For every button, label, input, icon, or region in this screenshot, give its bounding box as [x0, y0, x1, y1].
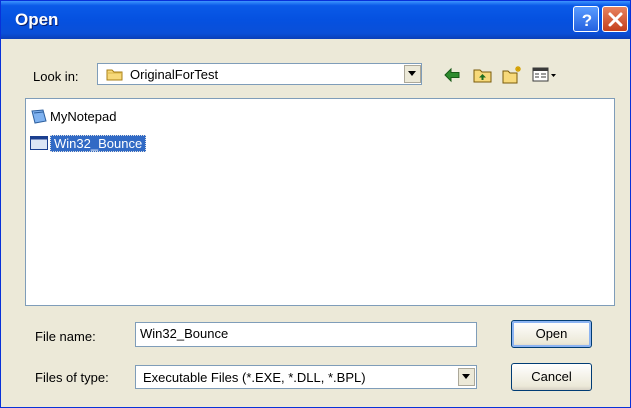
file-type-select[interactable]: Executable Files (*.EXE, *.DLL, *.BPL): [135, 365, 477, 389]
chevron-down-icon: [408, 71, 416, 76]
open-button[interactable]: Open: [511, 320, 592, 348]
cancel-button[interactable]: Cancel: [511, 363, 592, 391]
file-name-input-value: Win32_Bounce: [140, 326, 229, 341]
back-button[interactable]: [441, 64, 463, 86]
look-in-combo[interactable]: OriginalForTest: [97, 63, 422, 85]
dialog-title: Open: [15, 10, 59, 29]
look-in-label: Look in:: [33, 69, 79, 84]
open-file-dialog: Open ? Look in: OriginalForTest MyNotepa…: [0, 0, 631, 408]
title-bar[interactable]: Open ?: [1, 1, 630, 39]
help-button[interactable]: ?: [573, 6, 599, 32]
file-name-label: File name:: [35, 329, 96, 344]
back-arrow-icon: [444, 67, 460, 83]
file-type-dropdown-button[interactable]: [458, 368, 475, 386]
file-name-input[interactable]: Win32_Bounce: [135, 322, 477, 347]
file-name: MyNotepad: [50, 109, 117, 124]
file-type-value: Executable Files (*.EXE, *.DLL, *.BPL): [143, 370, 366, 385]
chevron-down-icon: [462, 374, 470, 379]
svg-text:?: ?: [582, 11, 592, 30]
folder-icon: [106, 69, 123, 81]
file-type-label: Files of type:: [35, 370, 109, 385]
file-name: Win32_Bounce: [50, 135, 147, 152]
file-list[interactable]: MyNotepad Win32_Bounce: [25, 98, 615, 306]
look-in-value: OriginalForTest: [130, 67, 219, 82]
window-app-icon: [30, 136, 48, 150]
new-folder-icon: [502, 66, 521, 84]
up-one-level-button[interactable]: [472, 64, 494, 86]
notepad-app-icon: [31, 109, 47, 124]
view-menu-icon: [532, 67, 556, 82]
view-menu-button[interactable]: [531, 64, 559, 86]
look-in-dropdown-button[interactable]: [404, 65, 421, 83]
new-folder-button[interactable]: [501, 64, 523, 86]
help-icon: ?: [582, 11, 592, 30]
close-button[interactable]: [602, 6, 628, 32]
close-icon: [608, 12, 623, 27]
up-folder-icon: [473, 69, 492, 83]
